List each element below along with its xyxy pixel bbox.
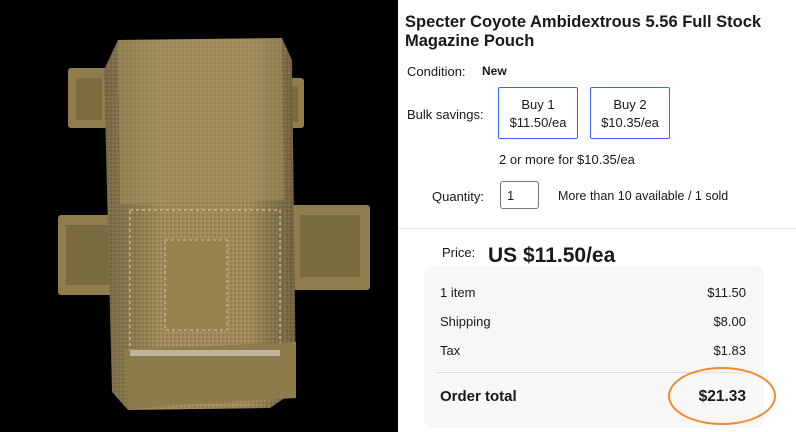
- summary-divider: [436, 372, 752, 373]
- condition-label: Condition:: [407, 64, 466, 79]
- bulk-option-price: $10.35/ea: [601, 115, 659, 130]
- price-label: Price:: [442, 245, 476, 260]
- product-title: Specter Coyote Ambidextrous 5.56 Full St…: [405, 13, 762, 50]
- condition-value: New: [482, 64, 507, 78]
- order-summary: 1 item $11.50 Shipping $8.00 Tax $1.83 O…: [424, 266, 764, 428]
- bulk-option-buy-2[interactable]: Buy 2 $10.35/ea: [590, 87, 670, 139]
- summary-row-label: 1 item: [440, 285, 476, 300]
- bulk-savings-label: Bulk savings:: [407, 107, 484, 122]
- quantity-input[interactable]: [500, 181, 539, 209]
- section-divider: [398, 228, 796, 229]
- summary-row-value: $11.50: [707, 285, 746, 300]
- summary-row-label: Tax: [440, 343, 461, 358]
- bulk-option-quantity: Buy 2: [613, 97, 647, 112]
- order-total-value: $21.33: [698, 388, 746, 405]
- listing-panel: Specter Coyote Ambidextrous 5.56 Full St…: [398, 0, 796, 432]
- quantity-label: Quantity:: [432, 189, 485, 204]
- price-value: US $11.50/ea: [488, 244, 616, 267]
- bulk-option-buy-1[interactable]: Buy 1 $11.50/ea: [498, 87, 578, 139]
- magazine-pouch-image: [0, 0, 398, 432]
- order-total-label: Order total: [440, 388, 517, 405]
- summary-row-label: Shipping: [440, 314, 491, 329]
- summary-row-value: $8.00: [713, 314, 746, 329]
- bulk-savings-note: 2 or more for $10.35/ea: [499, 152, 635, 167]
- summary-row-value: $1.83: [713, 343, 746, 358]
- bulk-option-price: $11.50/ea: [509, 115, 567, 130]
- product-photo: [0, 0, 398, 432]
- availability-text: More than 10 available / 1 sold: [558, 189, 729, 203]
- bulk-option-quantity: Buy 1: [521, 97, 555, 112]
